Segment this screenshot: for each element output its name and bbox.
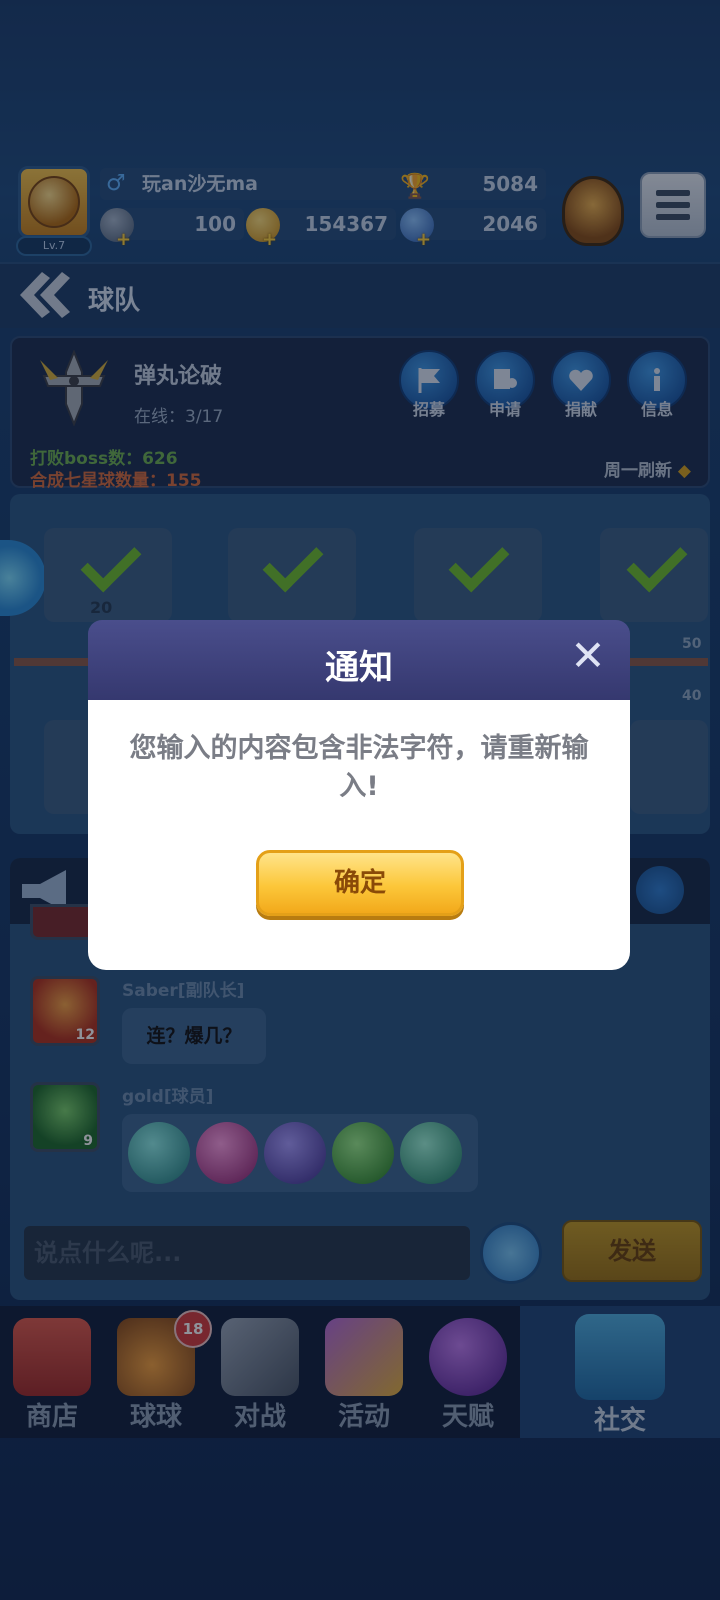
dialog-body: 您输入的内容包含非法字符，请重新输入! 确定 [88,700,630,970]
dialog-header: 通知 ✕ [88,620,630,700]
dialog-title: 通知 [325,648,393,688]
close-icon[interactable]: ✕ [566,634,610,678]
confirm-button[interactable]: 确定 [256,850,464,916]
dialog-message: 您输入的内容包含非法字符，请重新输入! [129,733,589,802]
notice-dialog: 通知 ✕ 您输入的内容包含非法字符，请重新输入! 确定 [88,620,630,970]
